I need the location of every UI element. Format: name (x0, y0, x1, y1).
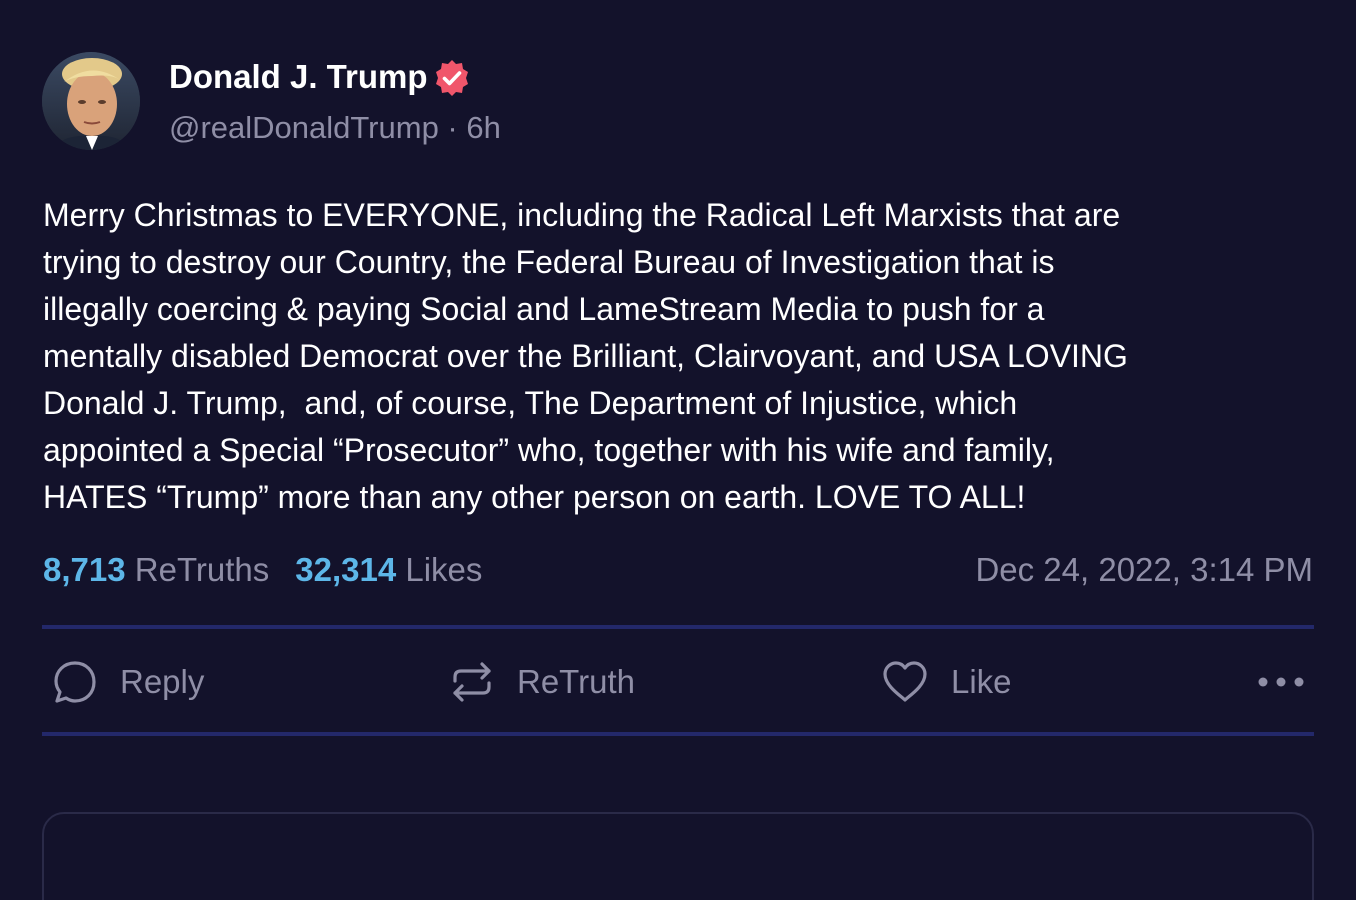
retruths-label: ReTruths (134, 551, 270, 588)
more-options-button[interactable] (1254, 668, 1308, 696)
retruths-stat[interactable]: 8,713 ReTruths (43, 551, 269, 588)
more-horizontal-icon (1258, 677, 1304, 687)
post-body-text: Merry Christmas to EVERYONE, including t… (43, 197, 1128, 515)
heart-icon (881, 659, 929, 705)
post-stats: 8,713 ReTruths 32,314 Likes (43, 551, 482, 589)
reply-composer[interactable] (42, 812, 1314, 900)
retruth-label: ReTruth (517, 663, 635, 700)
likes-label: Likes (405, 551, 483, 588)
retruths-count: 8,713 (43, 551, 126, 588)
retruth-button[interactable]: ReTruth (449, 656, 635, 708)
reply-bubble-icon (52, 659, 98, 705)
like-label: Like (951, 663, 1012, 700)
likes-count: 32,314 (295, 551, 397, 588)
author-handle-time[interactable]: @realDonaldTrump · 6h (169, 110, 501, 146)
divider (42, 732, 1314, 736)
retruth-arrows-icon (449, 659, 495, 705)
verified-badge-icon (436, 60, 468, 96)
author-display-name[interactable]: Donald J. Trump (169, 58, 428, 96)
like-button[interactable]: Like (881, 656, 1012, 708)
post-detail: Donald J. Trump @realDonaldTrump · 6h Me… (0, 0, 1356, 900)
avatar-image (42, 52, 140, 150)
divider (42, 625, 1314, 629)
post-timestamp: Dec 24, 2022, 3:14 PM (975, 551, 1313, 588)
avatar[interactable] (42, 52, 140, 150)
reply-button[interactable]: Reply (52, 656, 204, 708)
likes-stat[interactable]: 32,314 Likes (295, 551, 482, 588)
reply-label: Reply (120, 663, 205, 700)
